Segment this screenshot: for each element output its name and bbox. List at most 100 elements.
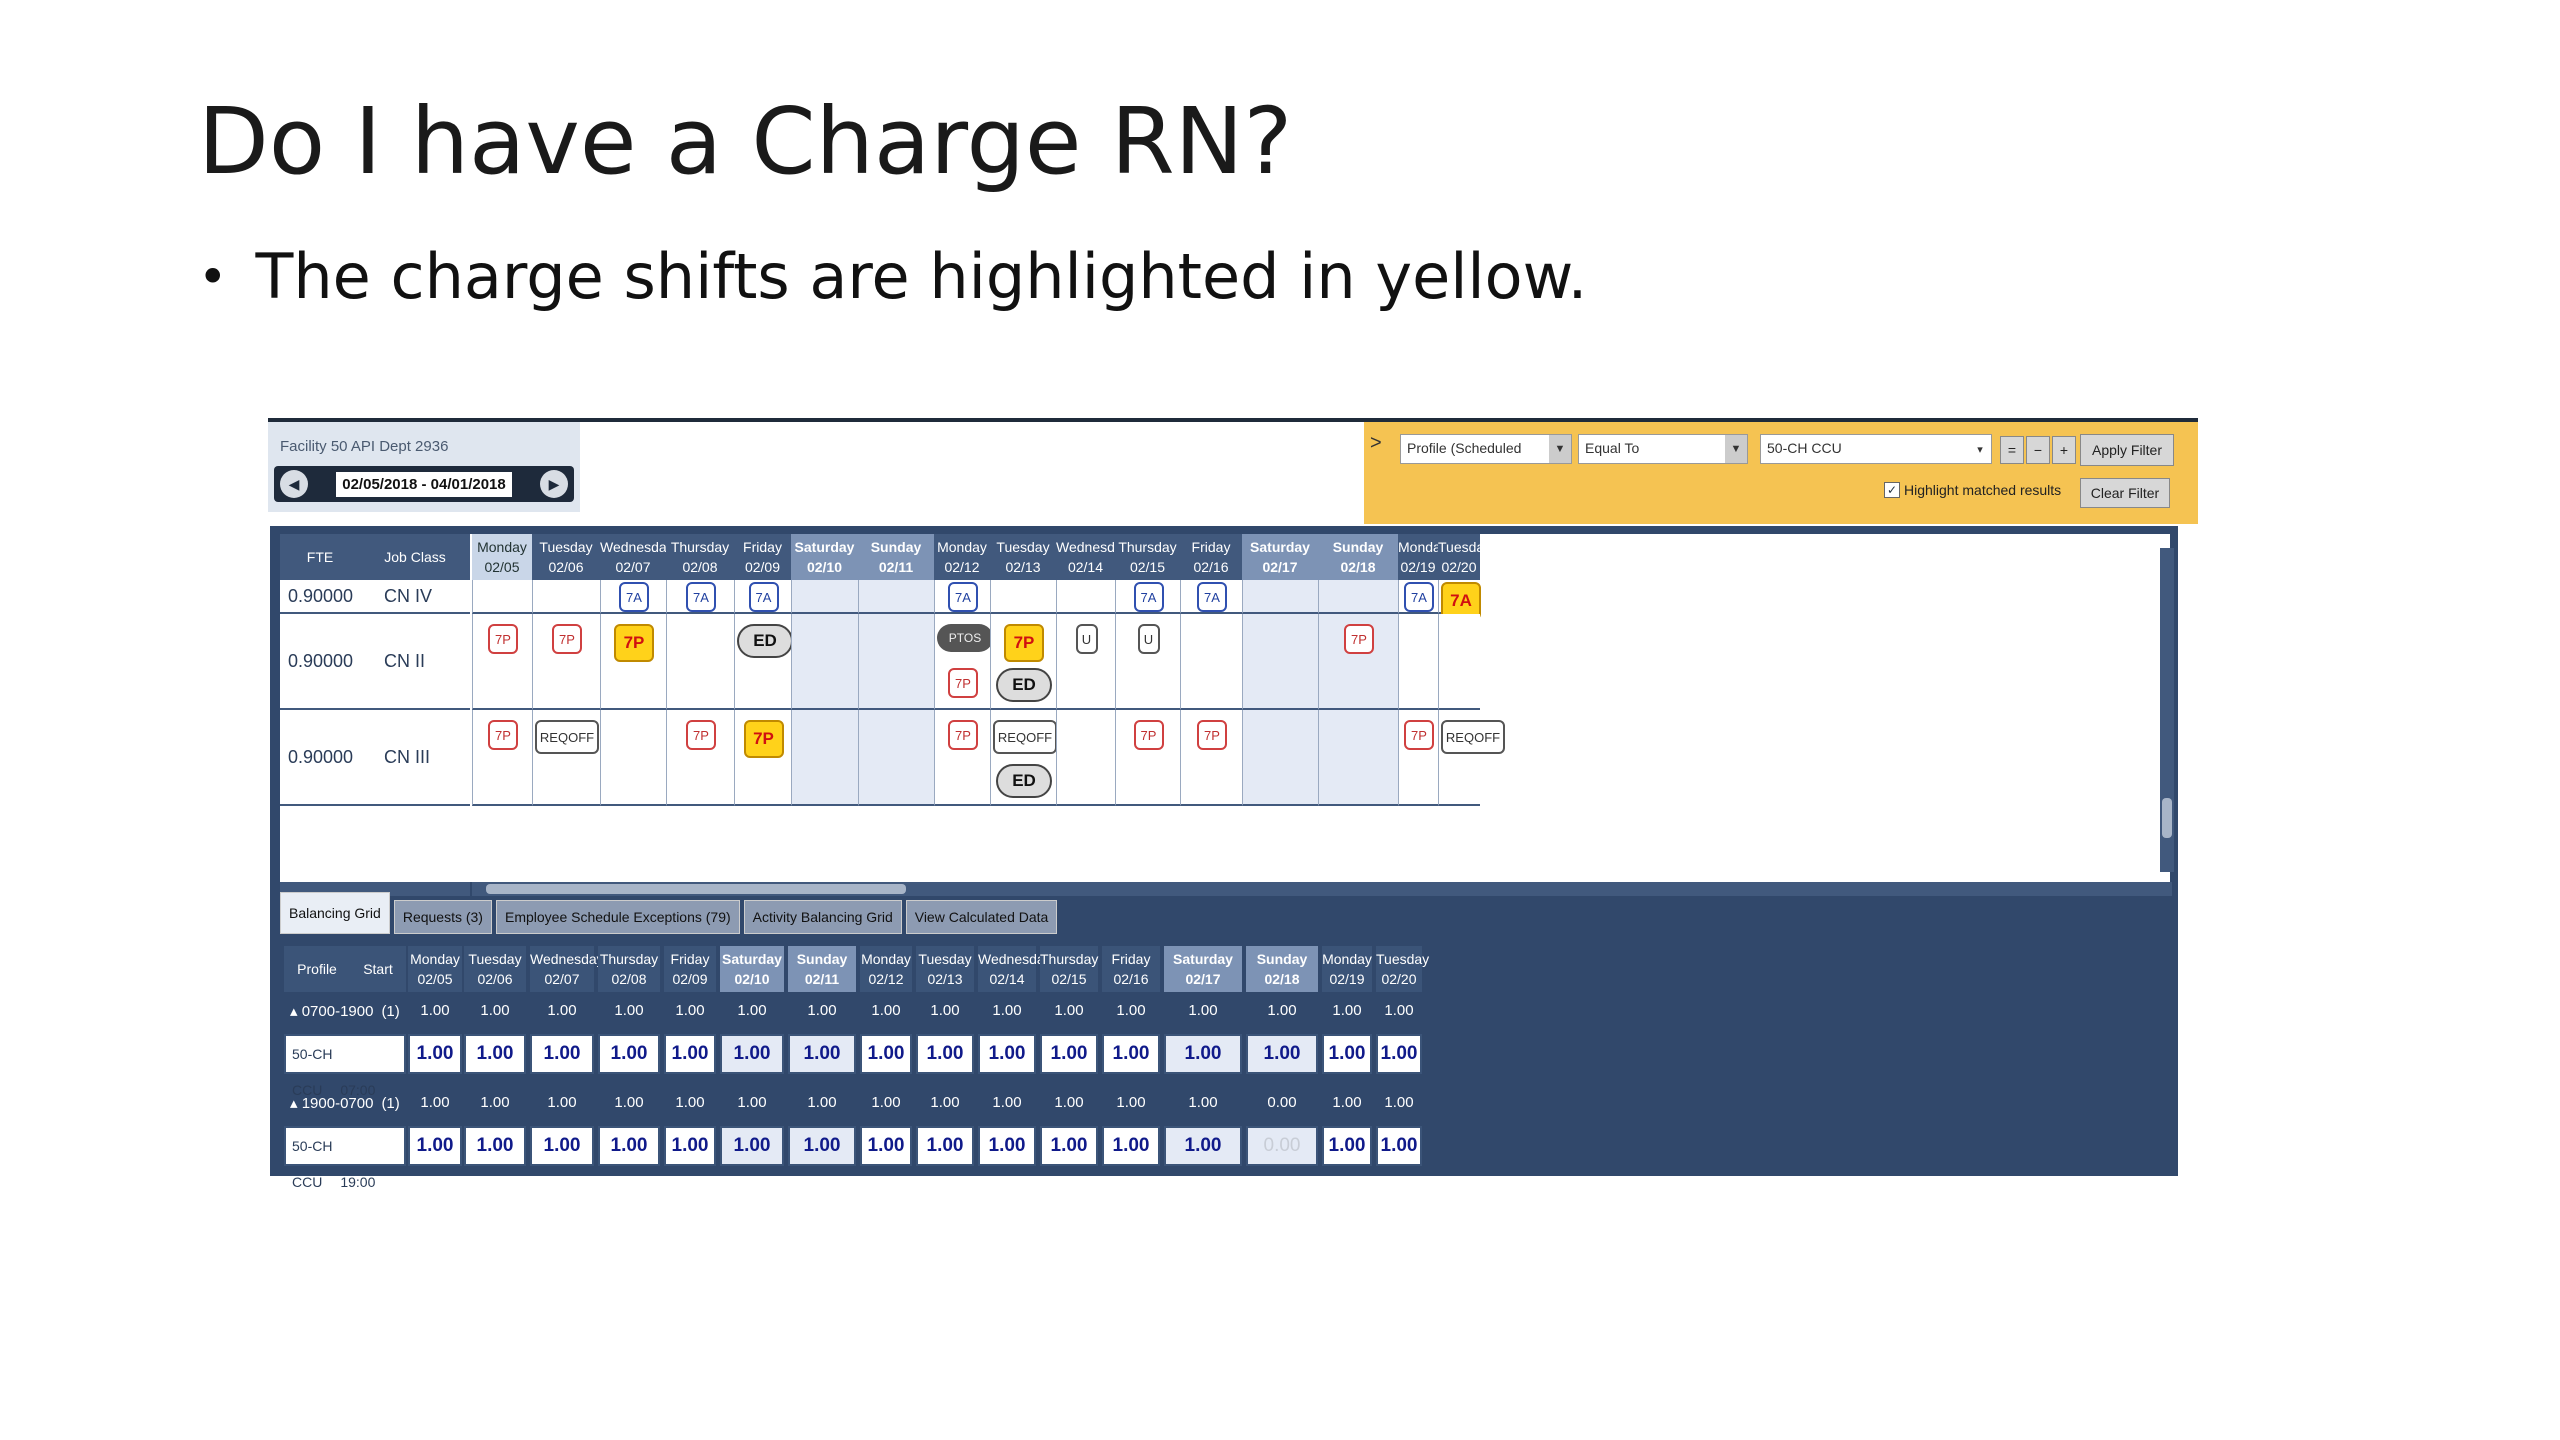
day-cell[interactable]: [1056, 710, 1115, 806]
shift-7p[interactable]: 7P: [948, 668, 978, 698]
day-cell[interactable]: [1318, 710, 1398, 806]
day-cell[interactable]: [1242, 580, 1318, 614]
shift-7p[interactable]: 7P: [1404, 720, 1434, 750]
equals-button[interactable]: =: [2000, 436, 2024, 464]
tab-view-calculated-data[interactable]: View Calculated Data: [905, 900, 1058, 934]
balance-value[interactable]: 1.00: [1164, 1126, 1242, 1166]
day-cell[interactable]: 7P: [734, 710, 791, 806]
day-cell[interactable]: [600, 710, 666, 806]
shift-7a[interactable]: 7A: [1404, 582, 1434, 612]
day-cell[interactable]: [1180, 614, 1242, 710]
shift-u[interactable]: U: [1137, 624, 1160, 654]
day-cell[interactable]: 7A: [1115, 580, 1180, 614]
day-cell[interactable]: 7P: [1318, 614, 1398, 710]
day-cell[interactable]: REQOFF ED: [990, 710, 1057, 806]
balance-value[interactable]: 1.00: [978, 1034, 1036, 1074]
shift-7p[interactable]: 7P: [552, 624, 582, 654]
day-cell[interactable]: 7P: [934, 710, 990, 806]
checkbox-icon[interactable]: ✓: [1884, 482, 1900, 498]
date-range[interactable]: 02/05/2018 - 04/01/2018: [336, 471, 512, 497]
day-cell[interactable]: 7A: [1438, 580, 1481, 620]
clear-filter-button[interactable]: Clear Filter: [2080, 478, 2170, 508]
day-cell[interactable]: [472, 580, 532, 614]
day-cell[interactable]: 7A: [934, 580, 990, 614]
day-cell[interactable]: 7A: [600, 580, 666, 614]
day-cell[interactable]: [858, 710, 934, 806]
add-condition-button[interactable]: +: [2052, 436, 2076, 464]
day-cell[interactable]: REQOFF: [1438, 710, 1505, 806]
tab-employee-schedule-exceptions[interactable]: Employee Schedule Exceptions (79): [495, 900, 740, 934]
day-cell[interactable]: 7P ED: [990, 614, 1056, 710]
shift-7a[interactable]: 7A: [748, 582, 779, 612]
apply-filter-button[interactable]: Apply Filter: [2080, 434, 2174, 466]
day-header[interactable]: Monday 02/19: [1398, 534, 1448, 580]
day-header[interactable]: Tuesday 02/06: [532, 534, 600, 580]
expand-filter-icon[interactable]: >: [1370, 432, 1382, 455]
day-header[interactable]: Friday 02/16: [1180, 534, 1242, 580]
filter-field-select[interactable]: Profile (Scheduled ▼: [1400, 434, 1572, 464]
shift-7p[interactable]: 7P: [1344, 624, 1374, 654]
prev-period-icon[interactable]: ◀: [280, 470, 308, 498]
shift-ed[interactable]: ED: [737, 624, 793, 658]
day-header[interactable]: Tuesday 02/13: [990, 534, 1056, 580]
day-header[interactable]: Saturday 02/17: [1242, 534, 1318, 580]
balance-value[interactable]: 1.00: [978, 1126, 1036, 1166]
charge-shift[interactable]: 7P: [743, 720, 784, 758]
day-cell[interactable]: 7P: [666, 710, 734, 806]
next-period-icon[interactable]: ▶: [539, 470, 568, 498]
shift-7p[interactable]: 7P: [686, 720, 716, 750]
scrollbar-thumb[interactable]: [486, 884, 906, 894]
shift-7a[interactable]: 7A: [619, 582, 649, 612]
balance-value[interactable]: 1.00: [408, 1126, 462, 1166]
tab-requests[interactable]: Requests (3): [393, 900, 492, 934]
shift-7p[interactable]: 7P: [1133, 720, 1164, 750]
tab-activity-balancing-grid[interactable]: Activity Balancing Grid: [743, 900, 902, 934]
day-cell[interactable]: PTOS 7P: [934, 614, 993, 710]
balance-value[interactable]: 1.00: [530, 1126, 594, 1166]
shift-7p[interactable]: 7P: [1197, 720, 1227, 750]
shift-7a[interactable]: 7A: [1197, 582, 1227, 612]
remove-condition-button[interactable]: −: [2026, 436, 2050, 464]
shift-7p[interactable]: 7P: [948, 720, 978, 750]
balance-value[interactable]: 1.00: [720, 1126, 784, 1166]
balance-value[interactable]: 1.00: [1102, 1126, 1160, 1166]
balance-value[interactable]: 1.00: [916, 1126, 974, 1166]
balance-value[interactable]: 1.00: [1322, 1126, 1372, 1166]
day-cell[interactable]: [990, 580, 1056, 614]
shift-reqoff[interactable]: REQOFF: [535, 720, 599, 754]
day-cell[interactable]: 7P: [472, 614, 532, 710]
horizontal-scrollbar[interactable]: [472, 882, 2172, 896]
day-cell[interactable]: 7P: [600, 614, 666, 710]
charge-shift[interactable]: 7P: [614, 624, 654, 662]
balance-value[interactable]: 1.00: [598, 1126, 660, 1166]
day-cell[interactable]: 7A: [734, 580, 791, 614]
day-cell[interactable]: 7A: [1398, 580, 1438, 614]
day-cell[interactable]: 7P: [532, 614, 600, 710]
employee-row[interactable]: 0.90000 CN II: [280, 614, 470, 710]
day-header[interactable]: Monday 02/12: [934, 534, 990, 580]
day-cell[interactable]: [791, 580, 858, 614]
shift-7a[interactable]: 7A: [948, 582, 978, 612]
day-cell[interactable]: ED: [734, 614, 793, 710]
balance-value[interactable]: 1.00: [788, 1034, 856, 1074]
tab-balancing-grid[interactable]: Balancing Grid: [280, 892, 390, 934]
day-header[interactable]: Wednesday 02/07: [600, 534, 674, 580]
balance-value[interactable]: 1.00: [598, 1034, 660, 1074]
employee-row[interactable]: 0.90000 CN III: [280, 710, 470, 806]
shift-7a[interactable]: 7A: [686, 582, 716, 612]
shift-u[interactable]: U: [1075, 624, 1098, 654]
day-cell[interactable]: [858, 614, 934, 710]
balance-value[interactable]: 1.00: [1322, 1034, 1372, 1074]
day-header[interactable]: Friday 02/09: [734, 534, 791, 580]
day-cell[interactable]: [1318, 580, 1398, 614]
balance-value[interactable]: 1.00: [1102, 1034, 1160, 1074]
day-header[interactable]: Thursday 02/15: [1115, 534, 1180, 580]
day-header[interactable]: Sunday 02/11: [858, 534, 934, 580]
balance-value[interactable]: 1.00: [1376, 1034, 1422, 1074]
shift-ed[interactable]: ED: [996, 764, 1052, 798]
shift-ed[interactable]: ED: [996, 668, 1052, 702]
day-cell[interactable]: 7P: [1115, 710, 1180, 806]
day-cell[interactable]: 7P: [1180, 710, 1242, 806]
shift-reqoff[interactable]: REQOFF: [1441, 720, 1505, 754]
filter-value-select[interactable]: 50-CH CCU ▾: [1760, 434, 1992, 464]
